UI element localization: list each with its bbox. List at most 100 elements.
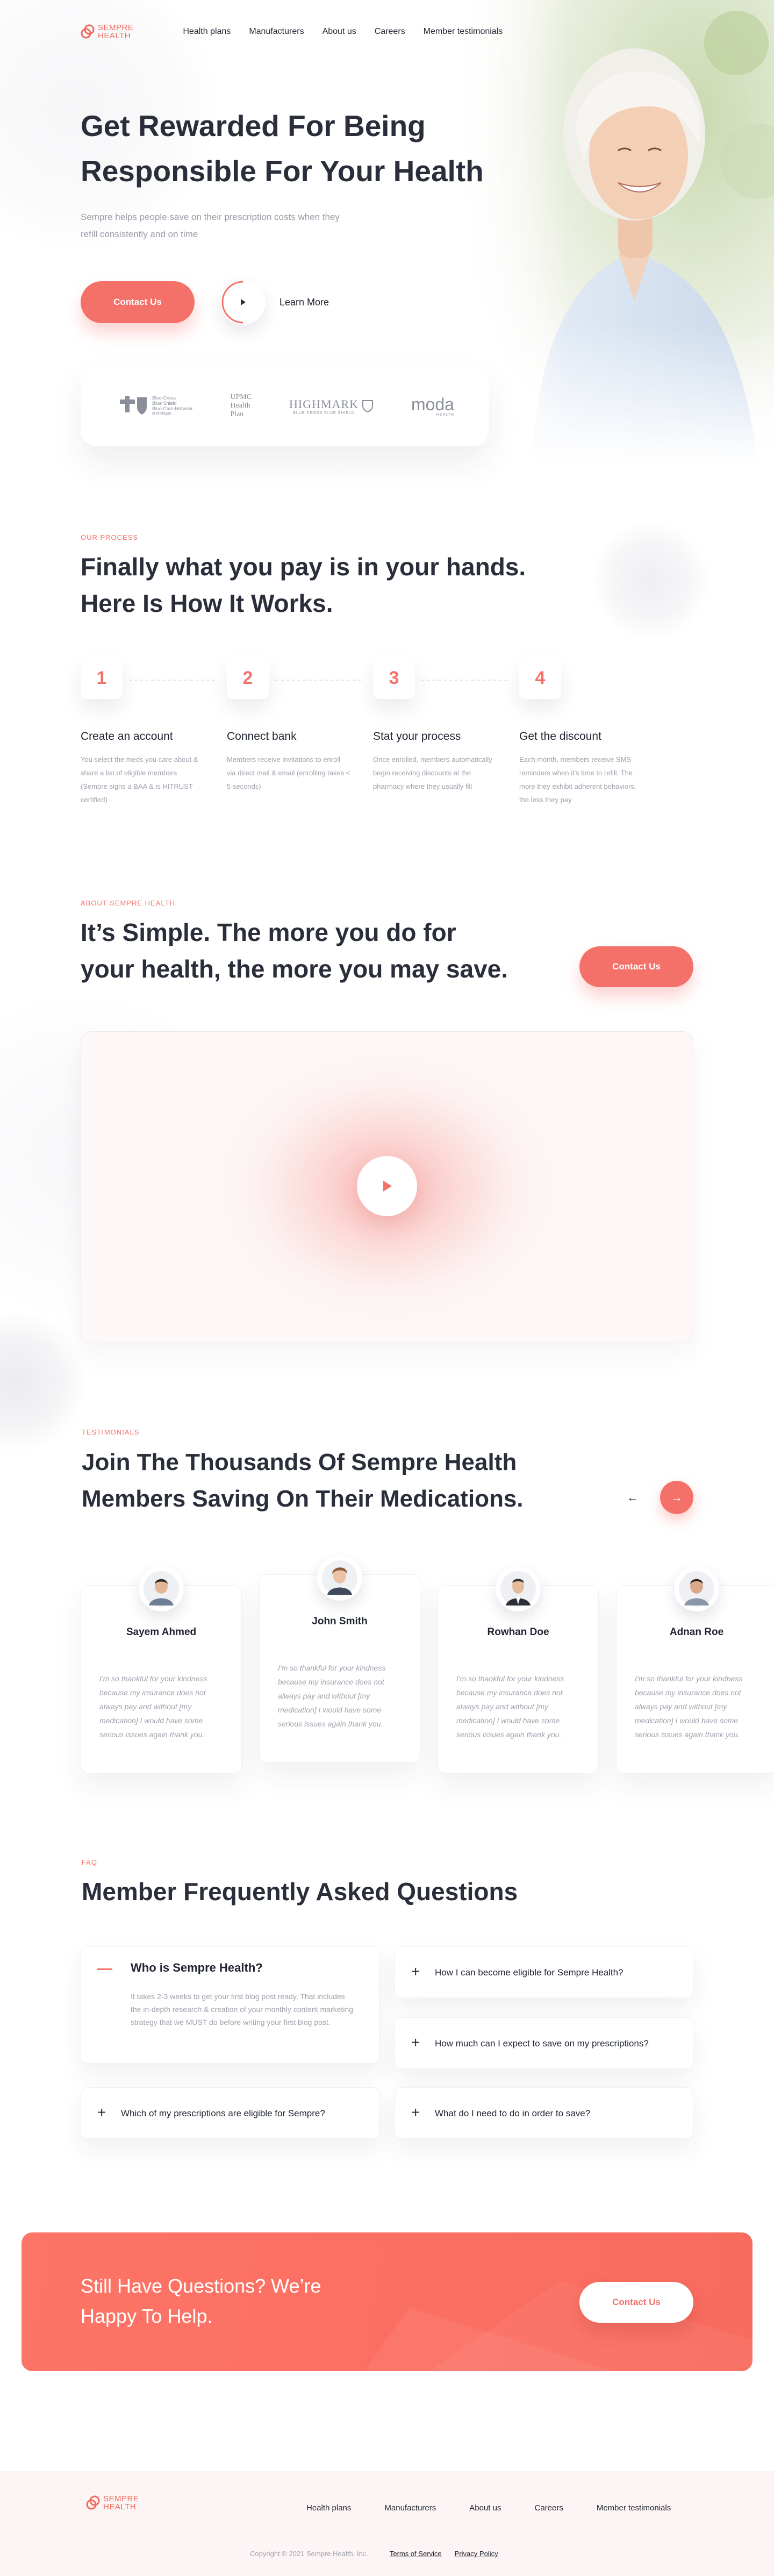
- logo-line-2: HEALTH: [98, 31, 131, 40]
- video-play-button[interactable]: [357, 1156, 417, 1216]
- logo-line-2: HEALTH: [103, 2502, 137, 2511]
- process-step: 1 Create an account You select the meds …: [81, 657, 204, 807]
- logo-text: SEMPRE HEALTH: [98, 24, 133, 40]
- testimonial-card: John Smith I'm so thankful for your kind…: [259, 1555, 420, 1762]
- upmc-text: UPMC Health Plan: [230, 393, 252, 419]
- decorative-blob: [591, 522, 710, 640]
- logo-text: SEMPRE HEALTH: [103, 2495, 139, 2511]
- step-title: Create an account: [81, 730, 173, 743]
- footer-link-about-us[interactable]: About us: [469, 2503, 501, 2513]
- logo-icon: [86, 2495, 100, 2510]
- hero-photo: [457, 0, 774, 462]
- highmark-shield-icon: [362, 400, 374, 412]
- plus-icon: +: [411, 1963, 420, 1980]
- step-number: 3: [373, 657, 415, 699]
- step-text: Once enrolled, members automatically beg…: [373, 755, 492, 790]
- testimonials-title-line-1: Join The Thousands Of Sempre Health: [82, 1449, 517, 1475]
- hero-subtitle: Sempre helps people save on their prescr…: [81, 212, 340, 239]
- bcbs-text: Blue Cross Blue Shield Blue Care Network…: [152, 395, 193, 417]
- faq-item[interactable]: + Which of my prescriptions are eligible…: [81, 2087, 379, 2139]
- footer-link-careers[interactable]: Careers: [534, 2503, 563, 2513]
- nav-health-plans[interactable]: Health plans: [183, 27, 231, 37]
- person-avatar-icon: [679, 1571, 714, 1607]
- footer-logo[interactable]: SEMPRE HEALTH: [86, 2495, 139, 2511]
- testimonial-quote: I'm so thankful for your kindness becaus…: [635, 1674, 743, 1739]
- process-step: 3 Stat your process Once enrolled, membe…: [373, 657, 497, 793]
- cta-title: Still Have Questions? We’re Happy To Hel…: [81, 2271, 321, 2331]
- learn-more-label: Learn More: [280, 296, 329, 308]
- hero-contact-button[interactable]: Contact Us: [81, 281, 195, 323]
- nav-careers[interactable]: Careers: [375, 27, 405, 37]
- step-number: 1: [81, 657, 123, 699]
- logo-line-1: SEMPRE: [103, 2494, 139, 2503]
- avatar: [674, 1566, 719, 1611]
- faq-eyebrow: FAQ: [82, 1858, 98, 1866]
- faq-item-open[interactable]: Who is Sempre Health? It takes 2-3 weeks…: [81, 1946, 379, 2064]
- next-arrow-button[interactable]: →: [660, 1481, 693, 1514]
- testimonial-name: John Smith: [312, 1616, 368, 1627]
- highmark-sub: BLUE CROSS BLUE SHIELD: [293, 411, 355, 415]
- cta-contact-button[interactable]: Contact Us: [579, 2282, 693, 2323]
- footer-links: Health plans Manufacturers About us Care…: [306, 2503, 671, 2513]
- footer-link-member-testimonials[interactable]: Member testimonials: [597, 2503, 671, 2513]
- faq-question: Which of my prescriptions are eligible f…: [121, 2108, 325, 2118]
- nav-about-us[interactable]: About us: [322, 27, 356, 37]
- testimonials-eyebrow: TESTIMONIALS: [82, 1428, 140, 1436]
- bcbs-line-1: Blue Cross: [152, 395, 176, 401]
- testimonial-quote: I'm so thankful for your kindness becaus…: [99, 1674, 207, 1739]
- process-step: 4 Get the discount Each month, members r…: [519, 657, 643, 807]
- process-title-line-1: Finally what you pay is in your hands.: [81, 553, 526, 581]
- learn-more-button[interactable]: Learn More: [220, 280, 329, 325]
- decorative-blob: [0, 1312, 86, 1452]
- step-title: Stat your process: [373, 730, 461, 743]
- step-text: Members receive invitations to enroll vi…: [227, 755, 350, 790]
- upmc-line-3: Plan: [230, 410, 244, 418]
- about-eyebrow: ABOUT SEMPRE HEALTH: [81, 899, 175, 907]
- about-title-line-1: It’s Simple. The more you do for: [81, 918, 456, 946]
- bcbs-sub: of Michigan: [152, 412, 171, 416]
- nav-member-testimonials[interactable]: Member testimonials: [424, 27, 503, 37]
- play-icon: [383, 1181, 392, 1191]
- upmc-line-1: UPMC: [230, 393, 252, 401]
- about-title: It’s Simple. The more you do for your he…: [81, 914, 508, 987]
- faq-item[interactable]: + What do I need to do in order to save?: [395, 2087, 693, 2139]
- partner-upmc-logo: UPMC Health Plan: [230, 393, 252, 419]
- faq-question: How I can become eligible for Sempre Hea…: [435, 1967, 624, 1978]
- faq-item[interactable]: + How much can I expect to save on my pr…: [395, 2017, 693, 2069]
- step-text: Each month, members receive SMS reminder…: [519, 755, 636, 804]
- terms-link[interactable]: Terms of Service: [390, 2550, 442, 2558]
- testimonials-title: Join The Thousands Of Sempre Health Memb…: [82, 1444, 524, 1517]
- person-avatar-icon: [500, 1571, 536, 1607]
- testimonial-card: Rowhan Doe I'm so thankful for your kind…: [438, 1566, 599, 1773]
- privacy-link[interactable]: Privacy Policy: [455, 2550, 498, 2558]
- process-title: Finally what you pay is in your hands. H…: [81, 548, 526, 622]
- step-number: 4: [519, 657, 561, 699]
- hero-title: Get Rewarded For Being Responsible For Y…: [81, 109, 484, 188]
- plus-icon: +: [97, 2104, 106, 2121]
- highmark-text: HIGHMARK BLUE CROSS BLUE SHIELD: [289, 397, 359, 415]
- nav-manufacturers[interactable]: Manufacturers: [249, 27, 304, 37]
- faq-item[interactable]: + How I can become eligible for Sempre H…: [395, 1946, 693, 1998]
- footer-link-health-plans[interactable]: Health plans: [306, 2503, 351, 2513]
- logo[interactable]: SEMPRE HEALTH: [81, 24, 133, 40]
- plus-icon: +: [411, 2034, 420, 2051]
- faq-question: Who is Sempre Health?: [131, 1961, 263, 1974]
- process-eyebrow: OUR PROCESS: [81, 533, 139, 541]
- testimonial-card: Sayem Ahmed I'm so thankful for your kin…: [81, 1566, 242, 1773]
- testimonial-quote: I'm so thankful for your kindness becaus…: [278, 1664, 386, 1728]
- prev-arrow-button[interactable]: ←: [616, 1481, 649, 1514]
- arrow-right-icon: →: [671, 1490, 683, 1504]
- footer-link-manufacturers[interactable]: Manufacturers: [384, 2503, 436, 2513]
- step-text: You select the meds you care about & sha…: [81, 755, 198, 804]
- faq-question: How much can I expect to save on my pres…: [435, 2038, 649, 2049]
- top-nav: SEMPRE HEALTH Health plans Manufacturers…: [81, 18, 693, 45]
- avatar: [317, 1555, 362, 1601]
- learn-more-circle: [220, 280, 266, 325]
- testimonial-card: Adnan Roe I'm so thankful for your kindn…: [616, 1566, 774, 1773]
- partner-bcbs-logo: Blue Cross Blue Shield Blue Care Network…: [116, 395, 193, 417]
- testimonial-quote: I'm so thankful for your kindness becaus…: [456, 1674, 564, 1739]
- about-contact-button[interactable]: Contact Us: [579, 946, 693, 987]
- testimonial-name: Sayem Ahmed: [126, 1626, 197, 1638]
- testimonial-name: Adnan Roe: [669, 1626, 724, 1638]
- arrow-left-icon: ←: [627, 1490, 639, 1504]
